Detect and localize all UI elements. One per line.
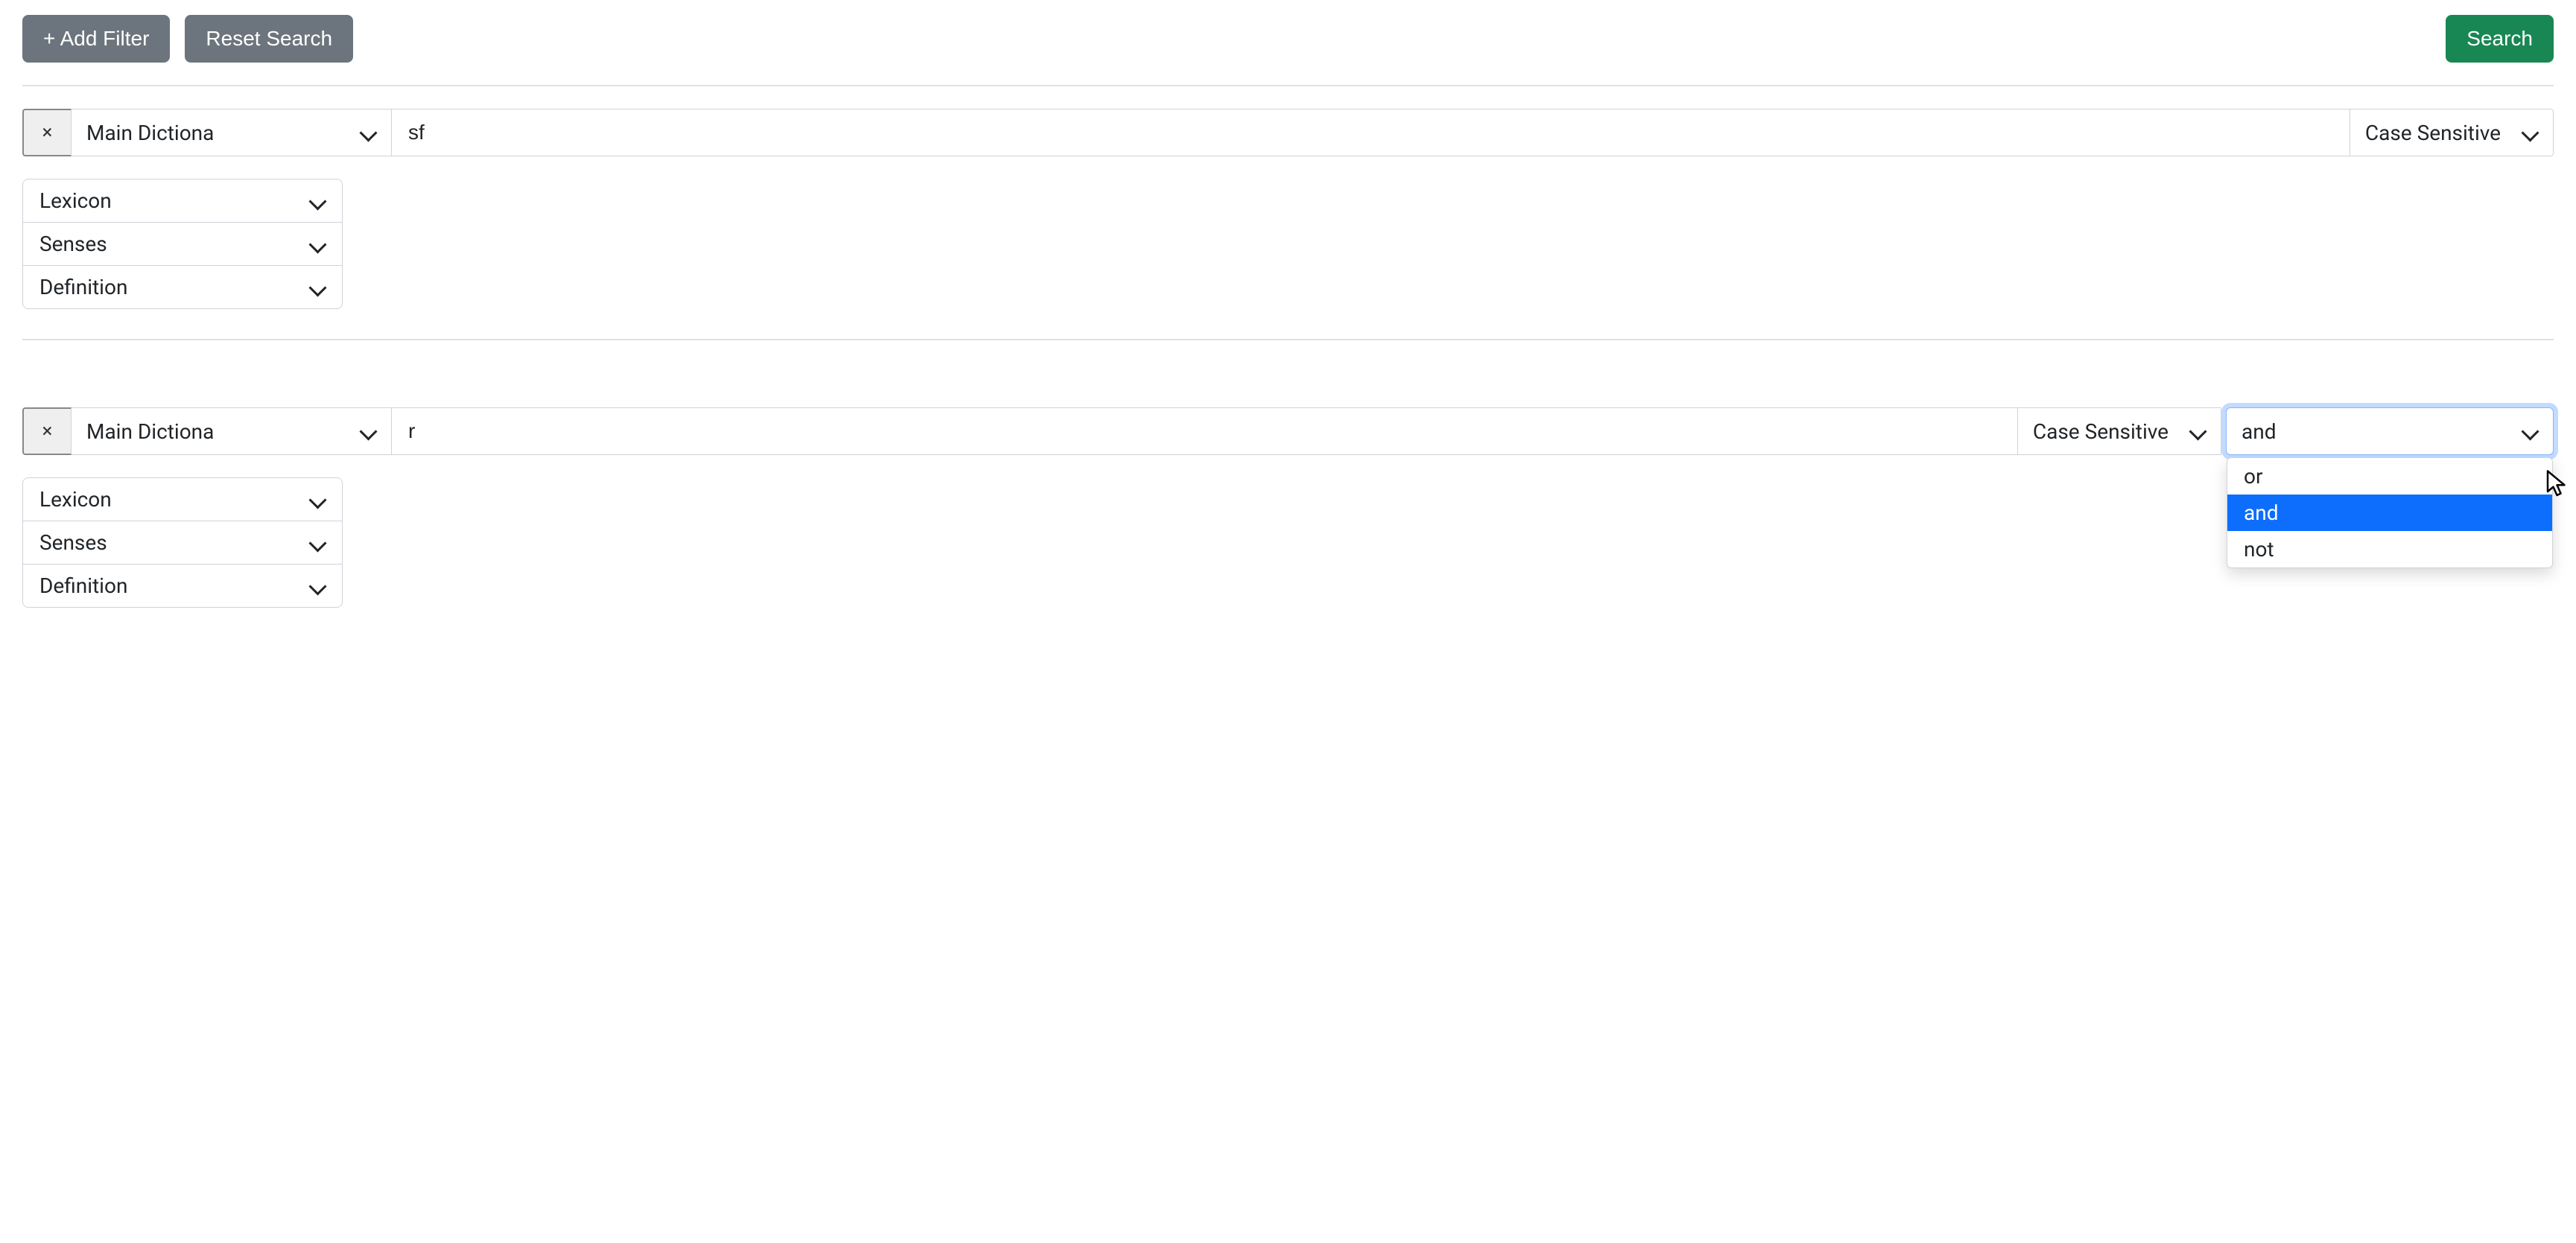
gap [22,340,2554,407]
attribute-label: Definition [39,573,127,598]
chevron-down-icon [2522,124,2538,141]
reset-search-button[interactable]: Reset Search [185,15,353,63]
attribute-list: Lexicon Senses Definition [22,477,343,608]
chevron-down-icon [360,124,376,141]
field-select[interactable]: Main Dictiona [72,109,392,156]
attribute-label: Lexicon [39,487,112,512]
remove-filter-button[interactable]: × [22,407,72,455]
search-toolbar: + Add Filter Reset Search Search [22,15,2554,85]
field-select-label: Main Dictiona [86,121,214,145]
operator-option-not[interactable]: not [2227,531,2552,568]
attribute-list: Lexicon Senses Definition [22,179,343,309]
query-input[interactable] [407,419,2002,444]
attribute-select[interactable]: Definition [22,565,343,608]
chevron-down-icon [309,236,326,252]
chevron-down-icon [2522,423,2538,439]
operator-select-label: and [2242,419,2276,444]
remove-filter-button[interactable]: × [22,109,72,156]
chevron-down-icon [309,492,326,508]
filter-row: × Main Dictiona Case Sensitive and or an… [22,407,2554,455]
chevron-down-icon [2189,423,2206,439]
query-input-wrapper[interactable] [392,109,2350,156]
chevron-down-icon [309,578,326,594]
chevron-down-icon [360,423,376,439]
operator-option-or[interactable]: or [2227,458,2552,495]
case-sensitive-select[interactable]: Case Sensitive [2018,407,2221,455]
operator-option-and[interactable]: and [2227,495,2552,531]
case-sensitive-select[interactable]: Case Sensitive [2350,109,2554,156]
field-select-label: Main Dictiona [86,419,214,444]
close-icon: × [42,121,53,144]
chevron-down-icon [309,193,326,209]
attribute-select[interactable]: Lexicon [22,179,343,223]
filter-block: × Main Dictiona Case Sensitive Lexicon S… [22,86,2554,339]
attribute-select[interactable]: Senses [22,521,343,565]
chevron-down-icon [309,279,326,296]
attribute-label: Lexicon [39,188,112,213]
query-input-wrapper[interactable] [392,407,2018,455]
add-filter-button[interactable]: + Add Filter [22,15,170,63]
attribute-select[interactable]: Senses [22,223,343,266]
operator-select[interactable]: and or and not [2226,407,2554,455]
attribute-label: Senses [39,530,107,555]
chevron-down-icon [309,535,326,551]
case-sensitive-label: Case Sensitive [2033,419,2169,444]
close-icon: × [42,420,53,442]
attribute-label: Definition [39,275,127,299]
operator-dropdown-menu: or and not [2227,457,2553,568]
case-sensitive-label: Case Sensitive [2365,121,2501,145]
query-input[interactable] [407,120,2335,145]
filter-block: × Main Dictiona Case Sensitive and or an… [22,407,2554,638]
attribute-select[interactable]: Lexicon [22,477,343,521]
attribute-label: Senses [39,232,107,256]
search-button[interactable]: Search [2446,15,2554,63]
filter-row: × Main Dictiona Case Sensitive [22,109,2554,156]
field-select[interactable]: Main Dictiona [72,407,392,455]
attribute-select[interactable]: Definition [22,266,343,309]
